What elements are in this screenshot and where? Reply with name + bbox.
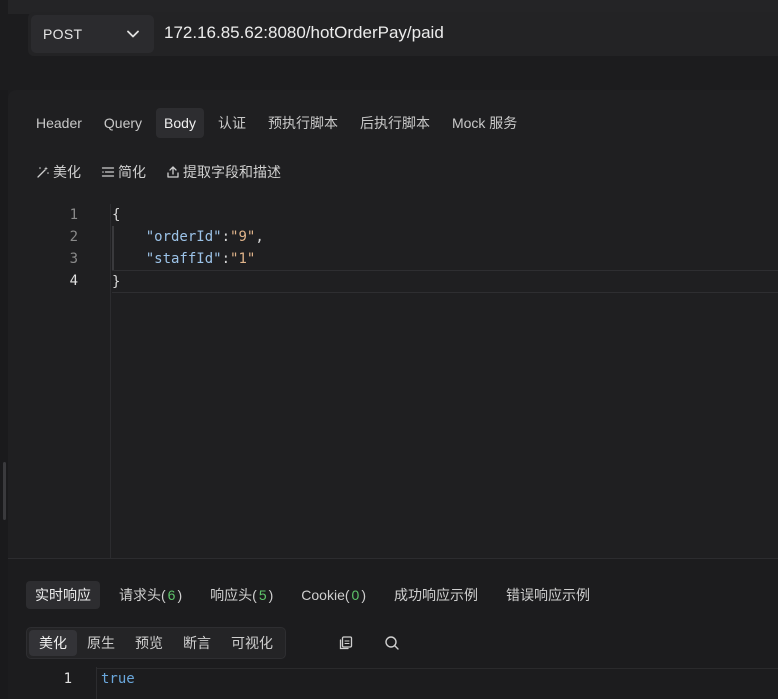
tab-query[interactable]: Query bbox=[96, 108, 150, 138]
tab-pre-script[interactable]: 预执行脚本 bbox=[260, 108, 346, 138]
brace-open: { bbox=[112, 207, 121, 223]
count-badge: 0 bbox=[351, 587, 360, 603]
url-input[interactable]: 172.16.85.62:8080/hotOrderPay/paid bbox=[164, 23, 444, 43]
json-value: "1" bbox=[230, 251, 256, 267]
tab-success-example[interactable]: 成功响应示例 bbox=[385, 581, 487, 609]
body-toolbar: 美化 简化 提取字段和描述 bbox=[36, 162, 281, 182]
line-number: 1 bbox=[69, 207, 78, 223]
extract-fields-label: 提取字段和描述 bbox=[183, 164, 281, 180]
tab-post-script[interactable]: 后执行脚本 bbox=[352, 108, 438, 138]
code-line: "staffId":"1" bbox=[112, 248, 778, 270]
request-bar: POST 172.16.85.62:8080/hotOrderPay/paid bbox=[0, 0, 778, 90]
method-select[interactable]: POST bbox=[31, 15, 154, 53]
tab-label: 请求头( bbox=[119, 587, 166, 603]
line-number-current: 4 bbox=[69, 273, 78, 289]
gutter-divider bbox=[110, 204, 111, 558]
code-line-current: } bbox=[112, 270, 778, 293]
response-body-border bbox=[96, 668, 778, 669]
json-colon: : bbox=[221, 229, 231, 245]
view-visualize[interactable]: 可视化 bbox=[221, 630, 283, 656]
tab-error-example[interactable]: 错误响应示例 bbox=[497, 581, 599, 609]
response-actions bbox=[338, 635, 400, 651]
request-panel: Header Query Body 认证 预执行脚本 后执行脚本 Mock 服务… bbox=[8, 90, 778, 558]
extract-fields-button[interactable]: 提取字段和描述 bbox=[166, 162, 281, 182]
response-view-switch: 美化 原生 预览 断言 可视化 bbox=[26, 627, 286, 659]
body-editor[interactable]: 1 2 3 4 { "orderId":"9", "staffId":"1" } bbox=[8, 204, 778, 558]
tab-realtime-response[interactable]: 实时响应 bbox=[26, 581, 100, 609]
view-preview[interactable]: 预览 bbox=[125, 630, 173, 656]
request-tabs: Header Query Body 认证 预执行脚本 后执行脚本 Mock 服务 bbox=[28, 108, 525, 138]
tab-label: ) bbox=[361, 587, 366, 603]
view-assert[interactable]: 断言 bbox=[173, 630, 221, 656]
view-pretty[interactable]: 美化 bbox=[29, 630, 77, 656]
tab-header[interactable]: Header bbox=[28, 108, 90, 138]
json-comma: , bbox=[255, 229, 264, 245]
json-key: "staffId" bbox=[145, 251, 222, 267]
upload-icon bbox=[167, 166, 179, 178]
count-badge: 6 bbox=[167, 587, 176, 603]
json-value: "9" bbox=[230, 229, 256, 245]
tab-auth[interactable]: 认证 bbox=[210, 108, 254, 138]
code-content[interactable]: { "orderId":"9", "staffId":"1" } bbox=[112, 204, 778, 293]
line-numbers: 1 2 3 4 bbox=[8, 204, 98, 292]
copy-icon[interactable] bbox=[338, 635, 354, 651]
tab-mock[interactable]: Mock 服务 bbox=[444, 108, 525, 138]
resize-handle[interactable] bbox=[3, 462, 6, 520]
line-number: 2 bbox=[69, 229, 78, 245]
response-tabs: 实时响应 请求头(6) 响应头(5) Cookie(0) 成功响应示例 错误响应… bbox=[26, 581, 599, 609]
response-line-number: 1 bbox=[63, 671, 72, 687]
tab-label: 响应头( bbox=[210, 587, 257, 603]
tab-cookie[interactable]: Cookie(0) bbox=[292, 581, 375, 609]
tab-label: ) bbox=[268, 587, 274, 603]
response-panel: 实时响应 请求头(6) 响应头(5) Cookie(0) 成功响应示例 错误响应… bbox=[8, 558, 778, 699]
magic-wand-icon bbox=[37, 166, 49, 178]
left-gutter bbox=[0, 90, 8, 699]
json-colon: : bbox=[221, 251, 231, 267]
tab-label: ) bbox=[177, 587, 183, 603]
tab-request-headers[interactable]: 请求头(6) bbox=[110, 581, 191, 609]
code-line: "orderId":"9", bbox=[112, 226, 778, 248]
method-label: POST bbox=[43, 26, 83, 42]
count-badge: 5 bbox=[258, 587, 267, 603]
list-icon bbox=[101, 167, 115, 177]
view-raw[interactable]: 原生 bbox=[77, 630, 125, 656]
json-key: "orderId" bbox=[145, 229, 222, 245]
simplify-button[interactable]: 简化 bbox=[101, 162, 146, 182]
line-number: 3 bbox=[69, 251, 78, 267]
chevron-down-icon bbox=[127, 30, 139, 38]
beautify-label: 美化 bbox=[53, 164, 81, 180]
simplify-label: 简化 bbox=[118, 164, 146, 180]
code-line: { bbox=[112, 204, 778, 226]
tab-body[interactable]: Body bbox=[156, 108, 204, 138]
tab-response-headers[interactable]: 响应头(5) bbox=[201, 581, 282, 609]
brace-close: } bbox=[112, 274, 121, 290]
tab-label: Cookie( bbox=[301, 587, 350, 603]
search-icon[interactable] bbox=[384, 635, 400, 651]
beautify-button[interactable]: 美化 bbox=[36, 162, 81, 182]
url-row: POST 172.16.85.62:8080/hotOrderPay/paid bbox=[28, 12, 778, 56]
response-gutter-divider bbox=[96, 667, 97, 699]
response-body[interactable]: true bbox=[101, 671, 135, 687]
